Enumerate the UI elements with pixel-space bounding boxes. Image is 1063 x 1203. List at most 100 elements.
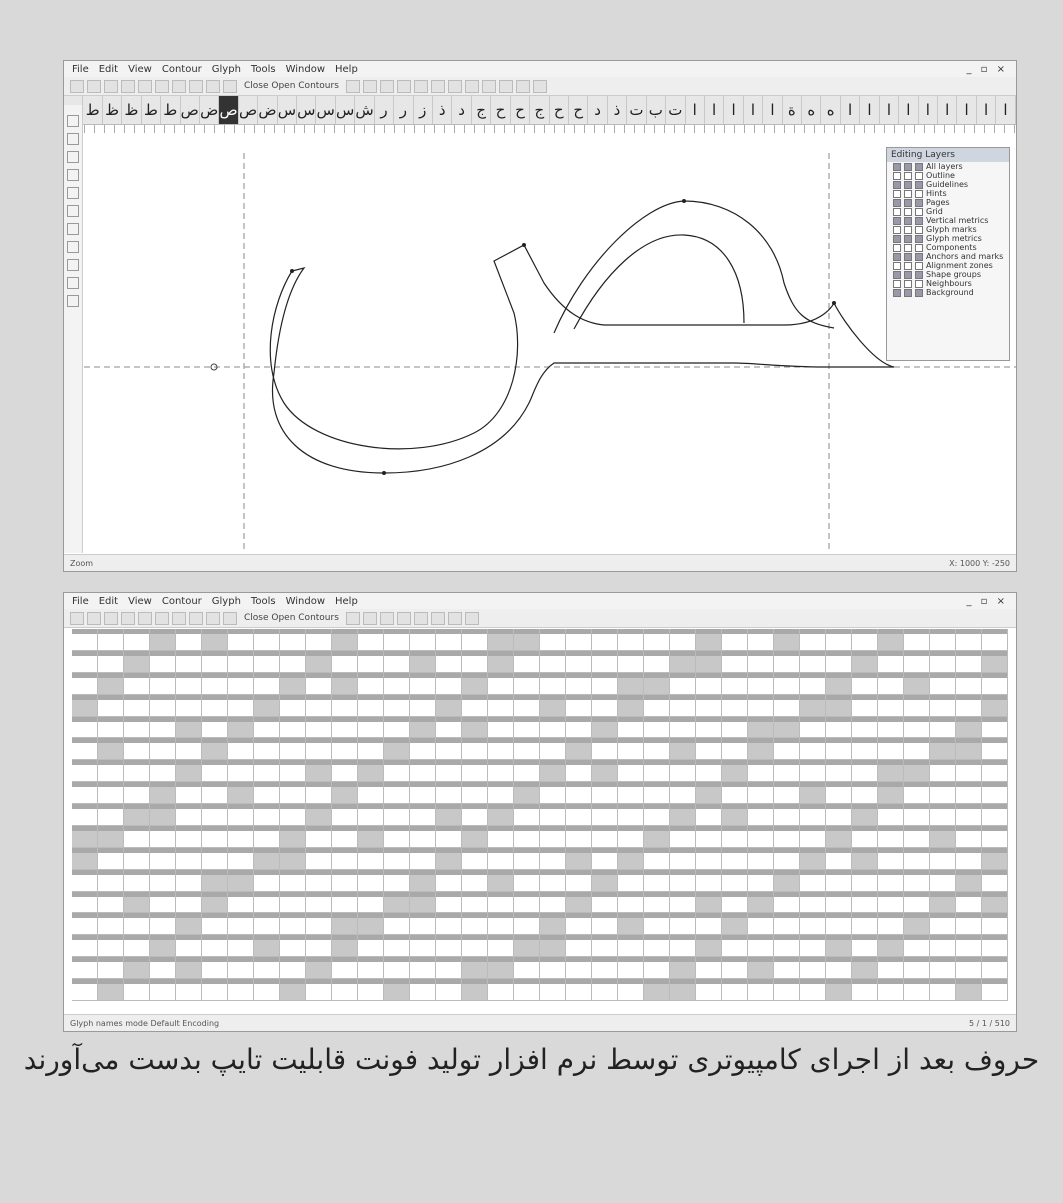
glyph-cell[interactable]: [228, 629, 254, 651]
layer-checkbox[interactable]: [893, 270, 901, 279]
menu-file[interactable]: File: [72, 64, 89, 75]
glyph-cell[interactable]: [748, 782, 774, 805]
glyph-cell[interactable]: [982, 847, 1008, 870]
glyph-cell[interactable]: [254, 891, 280, 914]
glyph-cell[interactable]: [800, 738, 826, 761]
glyph-cell[interactable]: [826, 782, 852, 805]
glyph-cell[interactable]: [176, 913, 202, 936]
glyph-cell[interactable]: [644, 804, 670, 826]
glyph-cell[interactable]: [124, 760, 150, 783]
glyph-cell[interactable]: [228, 760, 254, 783]
glyph-cell[interactable]: [358, 891, 384, 914]
layer-checkbox[interactable]: [915, 216, 923, 225]
glyph-cell[interactable]: [774, 891, 800, 914]
glyph-cell[interactable]: [956, 825, 982, 848]
layer-checkbox[interactable]: [893, 279, 901, 288]
glyph-cell[interactable]: [878, 672, 904, 695]
glyph-cell[interactable]: [618, 825, 644, 848]
glyph-cell[interactable]: [384, 782, 410, 805]
glyph-cell[interactable]: [306, 979, 332, 1001]
zoom-label[interactable]: Zoom: [70, 559, 93, 568]
glyph-cell[interactable]: [540, 738, 566, 761]
glyph-cell[interactable]: [462, 738, 488, 761]
glyph-cell[interactable]: [748, 979, 774, 1001]
glyph-cell[interactable]: [670, 847, 696, 870]
glyph-cell[interactable]: [436, 716, 462, 739]
glyph-cell[interactable]: [774, 847, 800, 870]
glyph-cell[interactable]: [930, 760, 956, 783]
glyph-cell[interactable]: [176, 760, 202, 783]
glyph-cell[interactable]: [98, 869, 124, 892]
layer-checkbox[interactable]: [893, 261, 901, 270]
glyph-cell[interactable]: [72, 804, 98, 826]
measure-tool-icon[interactable]: [67, 277, 79, 289]
glyph-cell[interactable]: [982, 716, 1008, 739]
glyph-cell[interactable]: [436, 847, 462, 870]
glyph-cell[interactable]: [618, 760, 644, 783]
glyph-cell[interactable]: [904, 935, 930, 958]
glyph-cell[interactable]: [514, 694, 540, 717]
glyph-cell[interactable]: [592, 738, 618, 761]
glyph-cell[interactable]: [254, 672, 280, 695]
glyph-cell[interactable]: [514, 716, 540, 739]
glyph-strip-item[interactable]: ج: [530, 96, 550, 124]
glyph-cell[interactable]: [774, 913, 800, 936]
glyph-cell[interactable]: [956, 738, 982, 761]
glyph-cell[interactable]: [384, 760, 410, 783]
glyph-cell[interactable]: [956, 650, 982, 673]
glyph-cell[interactable]: [436, 913, 462, 936]
layer-checkbox[interactable]: [915, 171, 923, 180]
glyph-cell[interactable]: [878, 825, 904, 848]
glyph-cell[interactable]: [696, 716, 722, 739]
glyph-cell[interactable]: [384, 672, 410, 695]
glyph-strip-item[interactable]: ا: [938, 96, 958, 124]
glyph-cell[interactable]: [566, 957, 592, 980]
glyph-cell[interactable]: [644, 629, 670, 651]
glyph-cell[interactable]: [228, 891, 254, 914]
glyph-cell[interactable]: [280, 760, 306, 783]
layer-row[interactable]: Alignment zones: [887, 261, 1009, 270]
glyph-cell[interactable]: [904, 869, 930, 892]
glyph-cell[interactable]: [72, 891, 98, 914]
glyph-cell[interactable]: [904, 694, 930, 717]
glyph-cell[interactable]: [696, 935, 722, 958]
undo-icon[interactable]: [189, 79, 203, 93]
close-open-contours-button[interactable]: Close Open Contours: [244, 81, 339, 91]
glyph-cell[interactable]: [878, 869, 904, 892]
glyph-cell[interactable]: [956, 913, 982, 936]
glyph-cell[interactable]: [930, 672, 956, 695]
glyph-strip-item[interactable]: ا: [841, 96, 861, 124]
glyph-cell[interactable]: [982, 629, 1008, 651]
glyph-cell[interactable]: [852, 629, 878, 651]
glyph-cell[interactable]: [410, 694, 436, 717]
glyph-cell[interactable]: [644, 913, 670, 936]
glyph-cell[interactable]: [670, 738, 696, 761]
glyph-strip-item[interactable]: ظ: [103, 96, 123, 124]
glyph-strip-item[interactable]: ص: [239, 96, 259, 124]
glyph-cell[interactable]: [618, 979, 644, 1001]
glyph-cell[interactable]: [462, 716, 488, 739]
glyph-cell[interactable]: [358, 650, 384, 673]
glyph-cell[interactable]: [436, 825, 462, 848]
glyph-cell[interactable]: [436, 738, 462, 761]
glyph-cell[interactable]: [280, 738, 306, 761]
glyph-cell[interactable]: [514, 825, 540, 848]
glyph-cell[interactable]: [254, 760, 280, 783]
glyph-cell[interactable]: [202, 891, 228, 914]
glyph-cell[interactable]: [748, 957, 774, 980]
glyph-cell[interactable]: [852, 825, 878, 848]
glyph-cell[interactable]: [566, 979, 592, 1001]
glyph-cell[interactable]: [98, 738, 124, 761]
glyph-cell[interactable]: [98, 935, 124, 958]
pen-tool-icon[interactable]: [67, 151, 79, 163]
glyph-strip-item[interactable]: س: [336, 96, 356, 124]
glyph-cell[interactable]: [124, 694, 150, 717]
glyph-cell[interactable]: [358, 694, 384, 717]
glyph-cell[interactable]: [826, 650, 852, 673]
glyph-cell[interactable]: [462, 979, 488, 1001]
glyph-cell[interactable]: [800, 825, 826, 848]
glyph-cell[interactable]: [878, 804, 904, 826]
glyph-cell[interactable]: [488, 804, 514, 826]
layer-checkbox[interactable]: [904, 279, 912, 288]
glyph-cell[interactable]: [826, 979, 852, 1001]
